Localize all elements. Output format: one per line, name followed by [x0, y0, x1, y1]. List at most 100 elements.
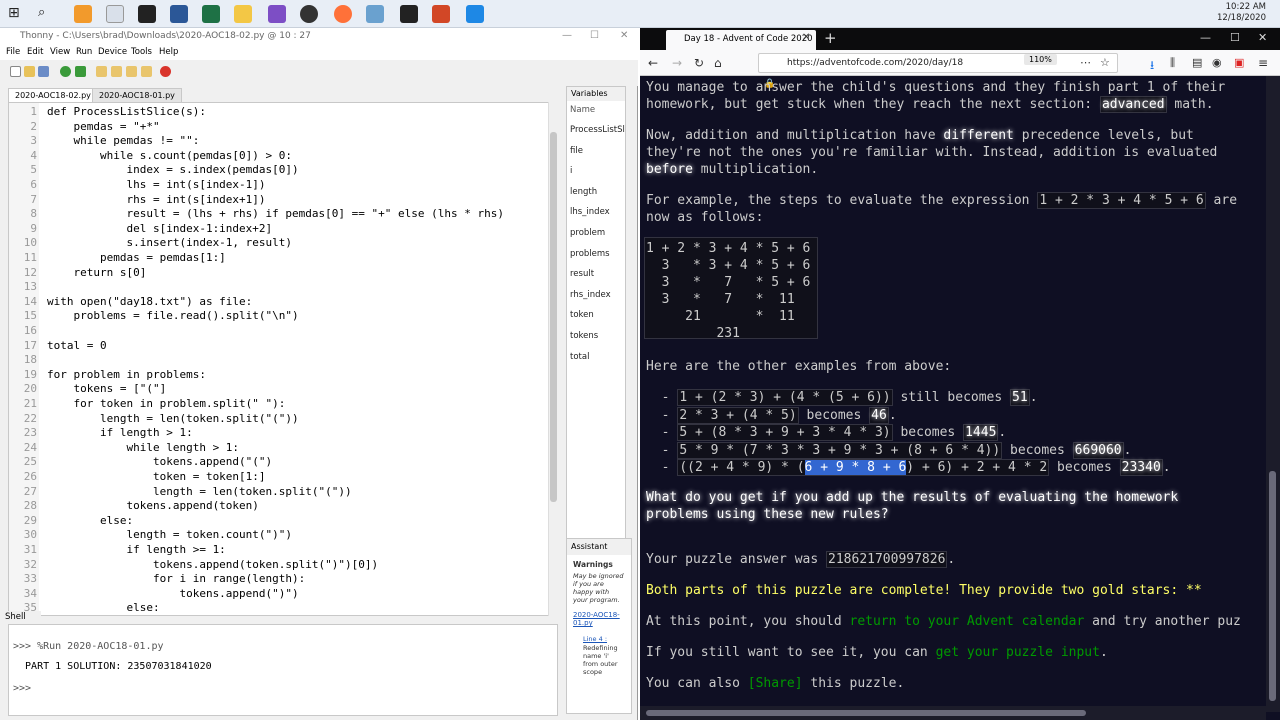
- clock[interactable]: 10:22 AM 12/18/2020: [1217, 2, 1266, 24]
- windows-start-icon[interactable]: ⊞: [8, 5, 26, 23]
- library-icon[interactable]: ⫼: [1170, 56, 1175, 70]
- account-icon[interactable]: ◉: [1212, 56, 1222, 69]
- variable-item[interactable]: ProcessListSlice: [570, 125, 625, 135]
- variable-item[interactable]: i: [570, 166, 572, 176]
- variable-item[interactable]: problem: [570, 228, 605, 238]
- page-scrollbar[interactable]: [1266, 76, 1280, 712]
- line-number: 24: [23, 440, 37, 454]
- new-file-icon[interactable]: [10, 66, 21, 77]
- pocket-icon[interactable]: ⋯: [1080, 56, 1091, 69]
- variable-item[interactable]: rhs_index: [570, 290, 611, 300]
- reload-icon[interactable]: ↻: [694, 56, 704, 70]
- shell-line-1: >>> %Run 2020-AOC18-01.py: [13, 641, 164, 652]
- powerpoint-icon[interactable]: [432, 5, 450, 23]
- page-scroll-thumb[interactable]: [1269, 471, 1276, 701]
- menu-run[interactable]: Run: [76, 47, 92, 57]
- p3-end: are: [1205, 193, 1238, 208]
- sublime-icon[interactable]: [74, 5, 92, 23]
- run-icon[interactable]: [60, 66, 71, 77]
- variable-item[interactable]: length: [570, 187, 597, 197]
- firefox-icon[interactable]: [334, 5, 352, 23]
- variable-item[interactable]: problems: [570, 249, 610, 259]
- bookmark-star-icon[interactable]: ☆: [1100, 56, 1110, 69]
- calendar-link[interactable]: return to your Advent calendar: [850, 614, 1085, 629]
- excel-icon[interactable]: [202, 5, 220, 23]
- p1-text: homework, but get stuck when they reach …: [646, 97, 1100, 112]
- variable-item[interactable]: token: [570, 310, 594, 320]
- editor-scrollbar[interactable]: [548, 102, 558, 616]
- step-out-icon[interactable]: [126, 66, 137, 77]
- search-icon[interactable]: ⌕: [38, 5, 56, 23]
- editor-scroll-thumb[interactable]: [550, 132, 557, 502]
- puzzle-input-link[interactable]: get your puzzle input: [936, 645, 1100, 660]
- code-line: tokens.append(token): [47, 499, 259, 513]
- thonny-icon[interactable]: [106, 5, 124, 23]
- menu-tools[interactable]: Tools: [131, 47, 152, 57]
- variable-item[interactable]: tokens: [570, 331, 598, 341]
- line-number: 17: [23, 338, 37, 352]
- github-icon[interactable]: [300, 5, 318, 23]
- explorer-icon[interactable]: [234, 5, 252, 23]
- code-line: length = len(token.split("(")): [47, 411, 299, 425]
- variable-item[interactable]: lhs_index: [570, 207, 610, 217]
- code-line: for i in range(length):: [47, 572, 306, 586]
- menu-file[interactable]: File: [6, 47, 20, 57]
- word-icon[interactable]: [170, 5, 188, 23]
- save-icon[interactable]: [38, 66, 49, 77]
- tab-close-icon[interactable]: ✕: [802, 32, 810, 43]
- example-item: - 2 * 3 + (4 * 5) becomes 46.: [646, 406, 897, 424]
- stop-icon[interactable]: [160, 66, 171, 77]
- page-hscrollbar[interactable]: [640, 706, 1266, 720]
- step-line: 3 * 3 + 4 * 5 + 6: [646, 258, 811, 273]
- close-icon[interactable]: ✕: [620, 30, 628, 41]
- forward-icon[interactable]: →: [672, 56, 682, 70]
- unity-icon[interactable]: [138, 5, 156, 23]
- share-link[interactable]: [Share]: [748, 676, 803, 691]
- page-hscroll-thumb[interactable]: [646, 710, 1086, 716]
- menu-view[interactable]: View: [50, 47, 70, 57]
- tab-aoc18-02[interactable]: 2020-AOC18-02.py: [8, 88, 98, 102]
- resume-icon[interactable]: [141, 66, 152, 77]
- answer-value: 218621700997826: [826, 551, 948, 568]
- variable-item[interactable]: total: [570, 352, 589, 362]
- ff-close-icon[interactable]: ✕: [1258, 31, 1267, 44]
- assistant-line-link[interactable]: Line 4 :: [583, 635, 623, 643]
- menu-device[interactable]: Device: [98, 47, 127, 57]
- shell-prompt[interactable]: >>>: [13, 683, 37, 694]
- minimize-icon[interactable]: —: [562, 30, 572, 41]
- step-into-icon[interactable]: [111, 66, 122, 77]
- menu-edit[interactable]: Edit: [27, 47, 43, 57]
- variable-item[interactable]: result: [570, 269, 594, 279]
- python-icon[interactable]: [366, 5, 384, 23]
- code-line: rhs = int(s[index+1]): [47, 192, 266, 206]
- shell-panel[interactable]: Shell >>> %Run 2020-AOC18-01.py PART 1 S…: [1, 611, 558, 716]
- home-icon[interactable]: ⌂: [714, 56, 722, 70]
- security-icon[interactable]: [400, 5, 418, 23]
- code-editor[interactable]: 1 def ProcessListSlice(s): 2 pemdas = "+*"…: [8, 102, 558, 616]
- line-number: 5: [30, 163, 37, 177]
- line-number: 7: [30, 192, 37, 206]
- maximize-icon[interactable]: ☐: [590, 30, 599, 41]
- visual-studio-icon[interactable]: [268, 5, 286, 23]
- variable-item[interactable]: file: [570, 146, 583, 156]
- menu-icon[interactable]: ≡: [1258, 56, 1268, 70]
- open-file-icon[interactable]: [24, 66, 35, 77]
- assistant-file-link[interactable]: 2020-AOC18-01.py: [573, 611, 625, 627]
- zoom-level[interactable]: 110%: [1024, 54, 1057, 65]
- new-tab-icon[interactable]: +: [824, 29, 837, 47]
- media-icon[interactable]: [466, 5, 484, 23]
- tab-aoc18-01[interactable]: 2020-AOC18-01.py: [92, 88, 182, 102]
- selected-text[interactable]: 6 + 9 * 8 + 6: [804, 460, 907, 475]
- browser-tab[interactable]: Day 18 - Advent of Code 2020: [666, 30, 816, 50]
- back-icon[interactable]: ←: [648, 56, 658, 70]
- ff-minimize-icon[interactable]: —: [1200, 31, 1211, 44]
- ff-maximize-icon[interactable]: ☐: [1230, 31, 1240, 44]
- url-bar[interactable]: https://adventofcode.com/2020/day/18: [758, 53, 1118, 73]
- line-number: 28: [23, 499, 37, 513]
- menu-help[interactable]: Help: [159, 47, 178, 57]
- download-icon[interactable]: ⭳: [1150, 56, 1154, 77]
- step-over-icon[interactable]: [96, 66, 107, 77]
- debug-icon[interactable]: [75, 66, 86, 77]
- extension-icon[interactable]: ▣: [1234, 56, 1244, 69]
- sidebar-icon[interactable]: ▤: [1192, 56, 1202, 69]
